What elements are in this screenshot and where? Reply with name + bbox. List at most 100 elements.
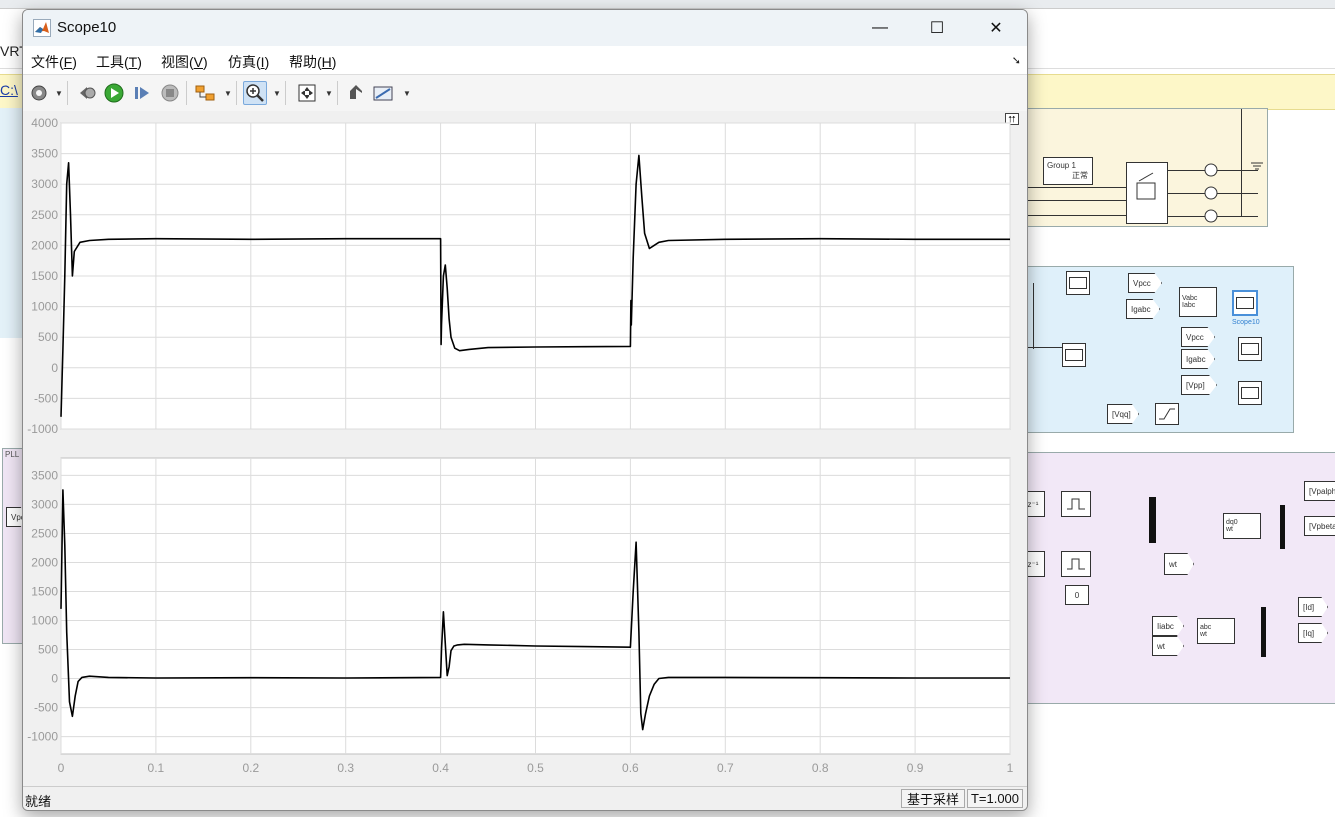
zero-order-hold-block-1[interactable] [1061, 491, 1091, 517]
y-tick-label: 2000 [31, 555, 58, 569]
zoh-icon [1067, 498, 1085, 510]
goto-tag-vpcc-1[interactable]: Vpcc [1128, 273, 1162, 293]
goto-tag-vpcc-2[interactable]: Vpcc [1181, 327, 1215, 347]
scope10-block-label: Scope10 [1232, 319, 1260, 326]
toolbar-separator [67, 81, 68, 105]
goto-tag-igabc-1[interactable]: Igabc [1126, 299, 1160, 319]
background-path-fragment[interactable]: C:\ [0, 82, 18, 98]
abc-in2-label: wt [1200, 631, 1207, 638]
x-tick-label: 0.9 [907, 761, 924, 775]
goto-tag-igabc-2[interactable]: Igabc [1181, 349, 1215, 369]
scope-plot-area: ⮅ -1000 -500 0 500 1000 1500 2000 2500 3000 3500 4… [23, 111, 1027, 781]
menu-help[interactable]: 帮助(H) [289, 52, 336, 72]
menu-file-label: 文件 [31, 54, 59, 70]
menu-tools-key: T [128, 54, 138, 70]
menu-view-key: V [193, 54, 204, 70]
matlab-icon [33, 19, 51, 37]
group-sublabel: 正常 [1072, 171, 1088, 180]
constant-block[interactable]: 0 [1065, 585, 1089, 605]
highlight-block-icon[interactable] [194, 81, 218, 105]
goto-tag-iq[interactable]: [Iq] [1298, 623, 1328, 643]
run-icon[interactable] [102, 81, 126, 105]
group-label: Group 1 [1047, 161, 1076, 170]
toolbar-separator [337, 81, 338, 105]
status-ready-text: 就绪 [25, 794, 52, 809]
measure-icon[interactable] [372, 81, 396, 105]
zero-order-hold-block-2[interactable] [1061, 551, 1091, 577]
minimize-button[interactable]: — [857, 10, 903, 46]
autoscale-icon[interactable] [295, 81, 319, 105]
abc-to-dq0-block[interactable]: abc wt [1197, 618, 1235, 644]
scope10-block[interactable] [1232, 290, 1258, 316]
y-tick-label: 2500 [31, 208, 58, 222]
settings-icon[interactable] [27, 81, 51, 105]
step-forward-icon[interactable] [130, 81, 154, 105]
undock-icon[interactable]: ➘ [1012, 54, 1021, 67]
scope-block-3[interactable] [1238, 337, 1262, 361]
goto-tag-vpalpha[interactable]: [Vpalpha] [1304, 481, 1335, 501]
signal-builder-block[interactable]: Group 1 正常 [1043, 157, 1093, 185]
axes-2[interactable]: 0 0.1 0.2 0.3 0.4 0.5 0.6 0.7 0.8 0.9 1 -1000 -500 0 5… [27, 457, 1014, 775]
y-tick-label: 2500 [31, 526, 58, 540]
y-tick-label: 500 [38, 330, 58, 344]
highlight-dropdown-icon[interactable]: ▼ [224, 89, 232, 98]
step-back-icon[interactable] [75, 81, 99, 105]
autoscale-dropdown-icon[interactable]: ▼ [325, 89, 333, 98]
scope-window: Scope10 — ☐ ✕ 文件(F) 工具(T) 视图(V) 仿真(I) 帮助… [22, 9, 1028, 811]
axes-1[interactable]: -1000 -500 0 500 1000 1500 2000 2500 3000 3500 400… [27, 116, 1011, 436]
scope-block-2[interactable] [1062, 343, 1086, 367]
scope-block-4[interactable] [1238, 381, 1262, 405]
goto-tag-id[interactable]: [Id] [1298, 597, 1328, 617]
scope-block-1[interactable] [1066, 271, 1090, 295]
goto-tag-vpbeta[interactable]: [Vpbeta] [1304, 516, 1335, 536]
menu-simulation[interactable]: 仿真(I) [228, 52, 269, 72]
y-tick-label: 1500 [31, 269, 58, 283]
from-tag-iiabc[interactable]: Iiabc [1152, 616, 1184, 636]
goto-tag-vpp[interactable]: [Vpp] [1181, 375, 1217, 395]
y-tick-label: 1000 [31, 614, 58, 628]
x-tick-label: 0.6 [622, 761, 639, 775]
from-tag-wt[interactable]: wt [1164, 553, 1194, 575]
x-tick-label: 0.4 [432, 761, 449, 775]
x-tick-label: 0.7 [717, 761, 734, 775]
menu-file[interactable]: 文件(F) [31, 52, 77, 72]
from-tag-wt-2[interactable]: wt [1152, 636, 1184, 656]
mux-block-1[interactable] [1149, 497, 1156, 543]
dq-in2-label: wt [1226, 526, 1233, 533]
y-tick-label: -1000 [27, 730, 58, 744]
power-pq-block[interactable]: Vabc Iabc [1179, 287, 1217, 317]
close-button[interactable]: ✕ [973, 10, 1019, 46]
sample-mode-indicator: 基于采样 [901, 789, 965, 808]
left-blue-area [0, 108, 22, 338]
restore-layout-icon[interactable] [344, 81, 368, 105]
saturation-icon [1159, 408, 1175, 420]
zoom-in-icon[interactable] [243, 81, 267, 105]
y-tick-label: 1500 [31, 584, 58, 598]
menu-view-label: 视图 [161, 54, 189, 70]
y-tick-label: 500 [38, 643, 58, 657]
x-tick-label: 0.1 [148, 761, 165, 775]
menu-tools[interactable]: 工具(T) [96, 52, 142, 72]
power-group-area: Group 1 正常 [1000, 108, 1268, 227]
measure-dropdown-icon[interactable]: ▼ [403, 89, 411, 98]
demux-block-2[interactable] [1261, 607, 1266, 657]
x-tick-label: 1 [1007, 761, 1014, 775]
simulation-time-indicator: T=1.000 [967, 789, 1023, 808]
menu-file-key: F [63, 54, 73, 70]
maximize-button[interactable]: ☐ [914, 10, 960, 46]
demux-block-1[interactable] [1280, 505, 1285, 549]
three-phase-breaker-block[interactable] [1126, 162, 1168, 224]
goto-tag-vqq[interactable]: [Vqq] [1107, 404, 1139, 424]
dq0-to-alphabeta-block[interactable]: dq0 wt [1223, 513, 1261, 539]
x-tick-label: 0.3 [337, 761, 354, 775]
y-tick-label: 2000 [31, 238, 58, 252]
menu-view[interactable]: 视图(V) [161, 52, 208, 72]
settings-dropdown-icon[interactable]: ▼ [55, 89, 63, 98]
zoom-dropdown-icon[interactable]: ▼ [273, 89, 281, 98]
stop-icon[interactable] [158, 81, 182, 105]
background-tabbar [0, 0, 1335, 9]
measurement-group-area: Vpcc Igabc Vabc Iabc Scope10 Vpcc Igabc … [1000, 266, 1294, 433]
saturation-block[interactable] [1155, 403, 1179, 425]
zoh-icon [1067, 558, 1085, 570]
title-bar[interactable]: Scope10 — ☐ ✕ [23, 10, 1027, 46]
